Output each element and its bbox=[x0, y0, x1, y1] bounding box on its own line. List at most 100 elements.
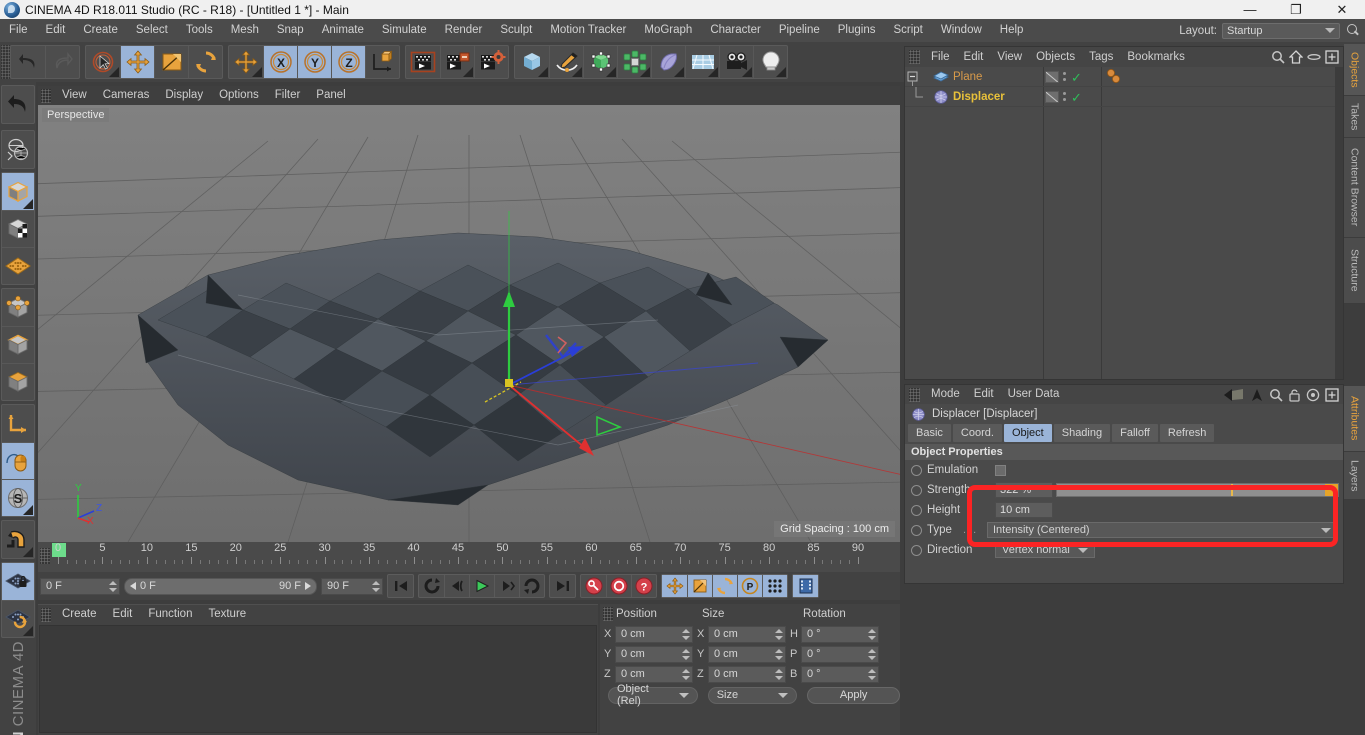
dock-tab-structure[interactable]: Structure bbox=[1344, 238, 1365, 304]
tab-object[interactable]: Object bbox=[1003, 424, 1052, 442]
object-tree[interactable]: Plane ✓ Displacer ✓ bbox=[905, 67, 1343, 379]
coord-pos-x-field[interactable]: 0 cm bbox=[615, 625, 693, 643]
tab-refresh[interactable]: Refresh bbox=[1159, 424, 1215, 442]
object-manager-grip[interactable] bbox=[909, 50, 920, 64]
edge-mode-button[interactable] bbox=[2, 326, 34, 363]
coord-rot-h-field[interactable]: 0 ° bbox=[801, 625, 879, 643]
lock-y-axis-button[interactable]: Y bbox=[297, 46, 331, 78]
menu-item-tools[interactable]: Tools bbox=[177, 19, 222, 42]
enabled-check-icon[interactable]: ✓ bbox=[1071, 71, 1082, 84]
spinner-icon[interactable] bbox=[774, 628, 783, 641]
lock-x-axis-button[interactable]: X bbox=[263, 46, 297, 78]
environment-floor-button[interactable] bbox=[685, 46, 719, 78]
dock-tab-layers[interactable]: Layers bbox=[1344, 452, 1365, 500]
deformer-button[interactable] bbox=[651, 46, 685, 78]
dock-tab-objects[interactable]: Objects bbox=[1344, 44, 1365, 96]
current-frame-field[interactable]: 0 F bbox=[40, 577, 120, 595]
coord-pos-z-field[interactable]: 0 cm bbox=[615, 665, 693, 683]
make-editable-button[interactable] bbox=[2, 131, 34, 168]
scale-tool-button[interactable] bbox=[154, 46, 188, 78]
dock-tab-content-browser[interactable]: Content Browser bbox=[1344, 138, 1365, 238]
strength-input[interactable]: 322 % bbox=[995, 482, 1053, 498]
snap-magnet-button[interactable] bbox=[2, 521, 34, 558]
viewport-menu-panel[interactable]: Panel bbox=[308, 86, 353, 105]
render-region-button[interactable] bbox=[440, 46, 474, 78]
coord-pos-y-field[interactable]: 0 cm bbox=[615, 645, 693, 663]
play-reverse-button[interactable] bbox=[519, 575, 544, 597]
step-back-button[interactable] bbox=[444, 575, 469, 597]
coord-rot-p-field[interactable]: 0 ° bbox=[801, 645, 879, 663]
om-menu-tags[interactable]: Tags bbox=[1082, 47, 1120, 67]
spinner-icon[interactable] bbox=[867, 668, 876, 681]
workplane-mode-button[interactable] bbox=[2, 247, 34, 284]
menu-item-motion-tracker[interactable]: Motion Tracker bbox=[541, 19, 635, 42]
layout-dropdown[interactable]: Startup bbox=[1222, 22, 1340, 39]
menu-item-simulate[interactable]: Simulate bbox=[373, 19, 436, 42]
home-icon[interactable] bbox=[1289, 50, 1303, 64]
object-tag-dots-icon[interactable] bbox=[1105, 68, 1129, 86]
visibility-dots-icon[interactable] bbox=[1062, 90, 1068, 104]
minimize-button[interactable]: — bbox=[1227, 0, 1273, 19]
dock-tab-takes[interactable]: Takes bbox=[1344, 96, 1365, 138]
rotation-key-button[interactable] bbox=[712, 575, 737, 597]
dock-tab-attributes[interactable]: Attributes bbox=[1344, 386, 1365, 452]
search-icon[interactable] bbox=[1271, 50, 1285, 64]
direction-dropdown[interactable]: Vertex normal bbox=[995, 542, 1095, 558]
visibility-switch-icon[interactable] bbox=[1045, 71, 1059, 83]
light-button[interactable] bbox=[753, 46, 787, 78]
om-menu-edit[interactable]: Edit bbox=[957, 47, 991, 67]
timeline-ruler[interactable]: 0 5 10 15 20 25 30 35 40 45 50 55 60 65 70 75 80 85 90 bbox=[38, 542, 900, 572]
back-arrow-icon[interactable] bbox=[1223, 388, 1245, 402]
menu-item-window[interactable]: Window bbox=[932, 19, 991, 42]
animate-radio-icon[interactable] bbox=[911, 484, 922, 496]
param-key-button[interactable]: P bbox=[737, 575, 762, 597]
coord-size-y-field[interactable]: 0 cm bbox=[708, 645, 786, 663]
range-left-arrow-icon[interactable] bbox=[130, 582, 136, 590]
enabled-check-icon[interactable]: ✓ bbox=[1071, 91, 1082, 104]
material-grip[interactable] bbox=[41, 607, 51, 622]
animate-radio-icon[interactable] bbox=[911, 524, 922, 536]
timeline-range-slider[interactable]: 0 F 90 F bbox=[124, 577, 317, 595]
menu-item-create[interactable]: Create bbox=[74, 19, 127, 42]
menu-item-character[interactable]: Character bbox=[701, 19, 770, 42]
coord-size-x-field[interactable]: 0 cm bbox=[708, 625, 786, 643]
om-menu-bookmarks[interactable]: Bookmarks bbox=[1120, 47, 1192, 67]
model-mode-button[interactable] bbox=[2, 173, 34, 210]
apply-button[interactable]: Apply bbox=[807, 686, 900, 704]
menu-item-help[interactable]: Help bbox=[991, 19, 1033, 42]
workplane-lock-button[interactable] bbox=[2, 563, 34, 600]
viewport-menu-display[interactable]: Display bbox=[157, 86, 211, 105]
material-menu-function[interactable]: Function bbox=[140, 605, 200, 624]
expand-icon[interactable] bbox=[1325, 50, 1339, 64]
search-icon[interactable] bbox=[1345, 23, 1361, 39]
spline-pen-button[interactable] bbox=[549, 46, 583, 78]
go-to-start-button[interactable] bbox=[388, 575, 413, 597]
cube-primitive-button[interactable] bbox=[515, 46, 549, 78]
position-key-button[interactable] bbox=[662, 575, 687, 597]
at-menu-mode[interactable]: Mode bbox=[924, 385, 967, 404]
record-key-button[interactable] bbox=[581, 575, 606, 597]
expand-icon[interactable] bbox=[1325, 387, 1339, 402]
viewport-canvas[interactable]: Perspective Grid Spacing : 100 cm Y Z X bbox=[38, 105, 900, 542]
spinner-icon[interactable] bbox=[371, 580, 380, 593]
slider-knob[interactable] bbox=[1325, 484, 1338, 496]
point-level-anim-button[interactable] bbox=[762, 575, 787, 597]
material-menu-texture[interactable]: Texture bbox=[200, 605, 254, 624]
spinner-icon[interactable] bbox=[681, 668, 690, 681]
animate-radio-icon[interactable] bbox=[911, 464, 922, 476]
object-axis-button[interactable] bbox=[2, 405, 34, 442]
workplane-rotate-button[interactable] bbox=[2, 600, 34, 637]
render-settings-button[interactable] bbox=[474, 46, 508, 78]
search-icon[interactable] bbox=[1269, 388, 1283, 402]
rotate-tool-button[interactable] bbox=[188, 46, 222, 78]
height-input[interactable]: 10 cm bbox=[995, 502, 1053, 518]
menu-item-mesh[interactable]: Mesh bbox=[222, 19, 268, 42]
spinner-icon[interactable] bbox=[681, 648, 690, 661]
material-menu-create[interactable]: Create bbox=[54, 605, 105, 624]
at-menu-edit[interactable]: Edit bbox=[967, 385, 1001, 404]
tab-falloff[interactable]: Falloff bbox=[1112, 424, 1158, 442]
om-menu-objects[interactable]: Objects bbox=[1029, 47, 1082, 67]
spinner-icon[interactable] bbox=[774, 648, 783, 661]
menu-item-plugins[interactable]: Plugins bbox=[829, 19, 885, 42]
strength-slider[interactable] bbox=[1056, 483, 1339, 497]
